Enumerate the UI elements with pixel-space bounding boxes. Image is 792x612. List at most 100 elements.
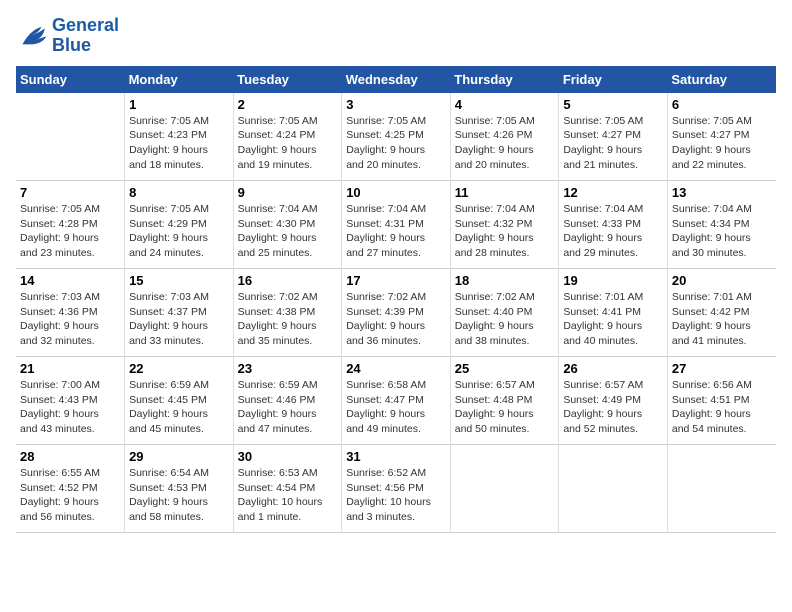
header-tuesday: Tuesday	[233, 66, 342, 93]
day-number: 26	[563, 361, 663, 376]
week-row-2: 7Sunrise: 7:05 AM Sunset: 4:28 PM Daylig…	[16, 181, 776, 269]
day-info: Sunrise: 7:03 AM Sunset: 4:37 PM Dayligh…	[129, 290, 229, 349]
calendar-cell: 3Sunrise: 7:05 AM Sunset: 4:25 PM Daylig…	[342, 93, 451, 181]
day-number: 10	[346, 185, 446, 200]
day-info: Sunrise: 7:02 AM Sunset: 4:39 PM Dayligh…	[346, 290, 446, 349]
page-header: General Blue	[16, 16, 776, 56]
day-number: 2	[238, 97, 338, 112]
day-info: Sunrise: 7:04 AM Sunset: 4:31 PM Dayligh…	[346, 202, 446, 261]
day-number: 4	[455, 97, 555, 112]
calendar-cell	[16, 93, 125, 181]
day-info: Sunrise: 6:57 AM Sunset: 4:49 PM Dayligh…	[563, 378, 663, 437]
day-info: Sunrise: 7:01 AM Sunset: 4:41 PM Dayligh…	[563, 290, 663, 349]
week-row-5: 28 Sunrise: 6:55 AM Sunset: 4:52 PM Dayli…	[16, 445, 776, 533]
day-number: 17	[346, 273, 446, 288]
day-number: 12	[563, 185, 663, 200]
day-info: Sunrise: 7:04 AM Sunset: 4:30 PM Dayligh…	[238, 202, 338, 261]
day-info: Sunrise: 7:04 AM Sunset: 4:32 PM Dayligh…	[455, 202, 555, 261]
calendar-cell: 29Sunrise: 6:54 AM Sunset: 4:53 PM Dayli…	[125, 445, 234, 533]
day-number: 5	[563, 97, 663, 112]
calendar-cell: 31 Sunrise: 6:52 AM Sunset: 4:56 PM Dayli…	[342, 445, 451, 533]
calendar-cell: 17 Sunrise: 7:02 AM Sunset: 4:39 PM Dayli…	[342, 269, 451, 357]
day-info: Sunrise: 7:05 AM Sunset: 4:28 PM Dayligh…	[20, 202, 120, 261]
day-number: 18	[455, 273, 555, 288]
day-number: 11	[455, 185, 555, 200]
week-row-3: 14 Sunrise: 7:03 AM Sunset: 4:36 PM Dayli…	[16, 269, 776, 357]
day-info: Sunrise: 7:05 AM Sunset: 4:25 PM Dayligh…	[346, 114, 446, 173]
day-number: 22	[129, 361, 229, 376]
day-info: Sunrise: 7:01 AM Sunset: 4:42 PM Dayligh…	[672, 290, 772, 349]
header-monday: Monday	[125, 66, 234, 93]
calendar-cell: 12 Sunrise: 7:04 AM Sunset: 4:33 PM Dayli…	[559, 181, 668, 269]
calendar-cell: 26 Sunrise: 6:57 AM Sunset: 4:49 PM Dayli…	[559, 357, 668, 445]
header-sunday: Sunday	[16, 66, 125, 93]
calendar-cell: 11 Sunrise: 7:04 AM Sunset: 4:32 PM Dayli…	[450, 181, 559, 269]
day-info: Sunrise: 6:55 AM Sunset: 4:52 PM Dayligh…	[20, 466, 120, 525]
day-info: Sunrise: 6:59 AM Sunset: 4:45 PM Dayligh…	[129, 378, 229, 437]
day-number: 27	[672, 361, 772, 376]
day-info: Sunrise: 7:05 AM Sunset: 4:29 PM Dayligh…	[129, 202, 229, 261]
calendar-cell: 5 Sunrise: 7:05 AM Sunset: 4:27 PM Daylig…	[559, 93, 668, 181]
calendar-cell: 8Sunrise: 7:05 AM Sunset: 4:29 PM Daylig…	[125, 181, 234, 269]
day-number: 23	[238, 361, 338, 376]
calendar-cell	[667, 445, 776, 533]
day-info: Sunrise: 7:05 AM Sunset: 4:23 PM Dayligh…	[129, 114, 229, 173]
day-info: Sunrise: 7:02 AM Sunset: 4:38 PM Dayligh…	[238, 290, 338, 349]
day-number: 28	[20, 449, 120, 464]
day-number: 25	[455, 361, 555, 376]
logo-text: General Blue	[52, 16, 119, 56]
calendar-cell: 30Sunrise: 6:53 AM Sunset: 4:54 PM Dayli…	[233, 445, 342, 533]
day-number: 1	[129, 97, 229, 112]
week-row-1: 1 Sunrise: 7:05 AM Sunset: 4:23 PM Daylig…	[16, 93, 776, 181]
calendar-cell: 7Sunrise: 7:05 AM Sunset: 4:28 PM Daylig…	[16, 181, 125, 269]
day-number: 21	[20, 361, 120, 376]
calendar-cell: 14 Sunrise: 7:03 AM Sunset: 4:36 PM Dayli…	[16, 269, 125, 357]
calendar-cell: 28 Sunrise: 6:55 AM Sunset: 4:52 PM Dayli…	[16, 445, 125, 533]
calendar-cell: 25Sunrise: 6:57 AM Sunset: 4:48 PM Dayli…	[450, 357, 559, 445]
day-info: Sunrise: 6:56 AM Sunset: 4:51 PM Dayligh…	[672, 378, 772, 437]
header-thursday: Thursday	[450, 66, 559, 93]
calendar-cell: 9Sunrise: 7:04 AM Sunset: 4:30 PM Daylig…	[233, 181, 342, 269]
day-info: Sunrise: 6:54 AM Sunset: 4:53 PM Dayligh…	[129, 466, 229, 525]
calendar-cell: 19 Sunrise: 7:01 AM Sunset: 4:41 PM Dayli…	[559, 269, 668, 357]
day-number: 31	[346, 449, 446, 464]
header-friday: Friday	[559, 66, 668, 93]
calendar-cell: 13Sunrise: 7:04 AM Sunset: 4:34 PM Dayli…	[667, 181, 776, 269]
calendar-cell: 10 Sunrise: 7:04 AM Sunset: 4:31 PM Dayli…	[342, 181, 451, 269]
day-info: Sunrise: 7:03 AM Sunset: 4:36 PM Dayligh…	[20, 290, 120, 349]
calendar-cell: 24 Sunrise: 6:58 AM Sunset: 4:47 PM Dayli…	[342, 357, 451, 445]
calendar-cell: 23Sunrise: 6:59 AM Sunset: 4:46 PM Dayli…	[233, 357, 342, 445]
calendar-cell: 16Sunrise: 7:02 AM Sunset: 4:38 PM Dayli…	[233, 269, 342, 357]
day-info: Sunrise: 7:00 AM Sunset: 4:43 PM Dayligh…	[20, 378, 120, 437]
calendar-cell: 21 Sunrise: 7:00 AM Sunset: 4:43 PM Dayli…	[16, 357, 125, 445]
day-info: Sunrise: 7:02 AM Sunset: 4:40 PM Dayligh…	[455, 290, 555, 349]
calendar-cell: 2Sunrise: 7:05 AM Sunset: 4:24 PM Daylig…	[233, 93, 342, 181]
calendar-header-row: SundayMondayTuesdayWednesdayThursdayFrid…	[16, 66, 776, 93]
calendar-cell: 22 Sunrise: 6:59 AM Sunset: 4:45 PM Dayli…	[125, 357, 234, 445]
calendar-cell: 20Sunrise: 7:01 AM Sunset: 4:42 PM Dayli…	[667, 269, 776, 357]
day-info: Sunrise: 7:04 AM Sunset: 4:33 PM Dayligh…	[563, 202, 663, 261]
calendar-cell	[559, 445, 668, 533]
calendar-cell: 1 Sunrise: 7:05 AM Sunset: 4:23 PM Daylig…	[125, 93, 234, 181]
day-number: 6	[672, 97, 772, 112]
day-number: 19	[563, 273, 663, 288]
calendar-cell: 4 Sunrise: 7:05 AM Sunset: 4:26 PM Daylig…	[450, 93, 559, 181]
day-info: Sunrise: 6:58 AM Sunset: 4:47 PM Dayligh…	[346, 378, 446, 437]
week-row-4: 21 Sunrise: 7:00 AM Sunset: 4:43 PM Dayli…	[16, 357, 776, 445]
day-info: Sunrise: 7:05 AM Sunset: 4:27 PM Dayligh…	[672, 114, 772, 173]
day-number: 14	[20, 273, 120, 288]
day-info: Sunrise: 7:05 AM Sunset: 4:26 PM Dayligh…	[455, 114, 555, 173]
header-saturday: Saturday	[667, 66, 776, 93]
calendar-cell: 6 Sunrise: 7:05 AM Sunset: 4:27 PM Daylig…	[667, 93, 776, 181]
day-number: 15	[129, 273, 229, 288]
day-info: Sunrise: 6:53 AM Sunset: 4:54 PM Dayligh…	[238, 466, 338, 525]
day-info: Sunrise: 6:52 AM Sunset: 4:56 PM Dayligh…	[346, 466, 446, 525]
calendar-cell: 15 Sunrise: 7:03 AM Sunset: 4:37 PM Dayli…	[125, 269, 234, 357]
day-info: Sunrise: 7:05 AM Sunset: 4:27 PM Dayligh…	[563, 114, 663, 173]
day-number: 24	[346, 361, 446, 376]
logo-icon	[16, 22, 48, 50]
logo: General Blue	[16, 16, 119, 56]
calendar-cell: 27 Sunrise: 6:56 AM Sunset: 4:51 PM Dayli…	[667, 357, 776, 445]
day-number: 13	[672, 185, 772, 200]
calendar-table: SundayMondayTuesdayWednesdayThursdayFrid…	[16, 66, 776, 534]
